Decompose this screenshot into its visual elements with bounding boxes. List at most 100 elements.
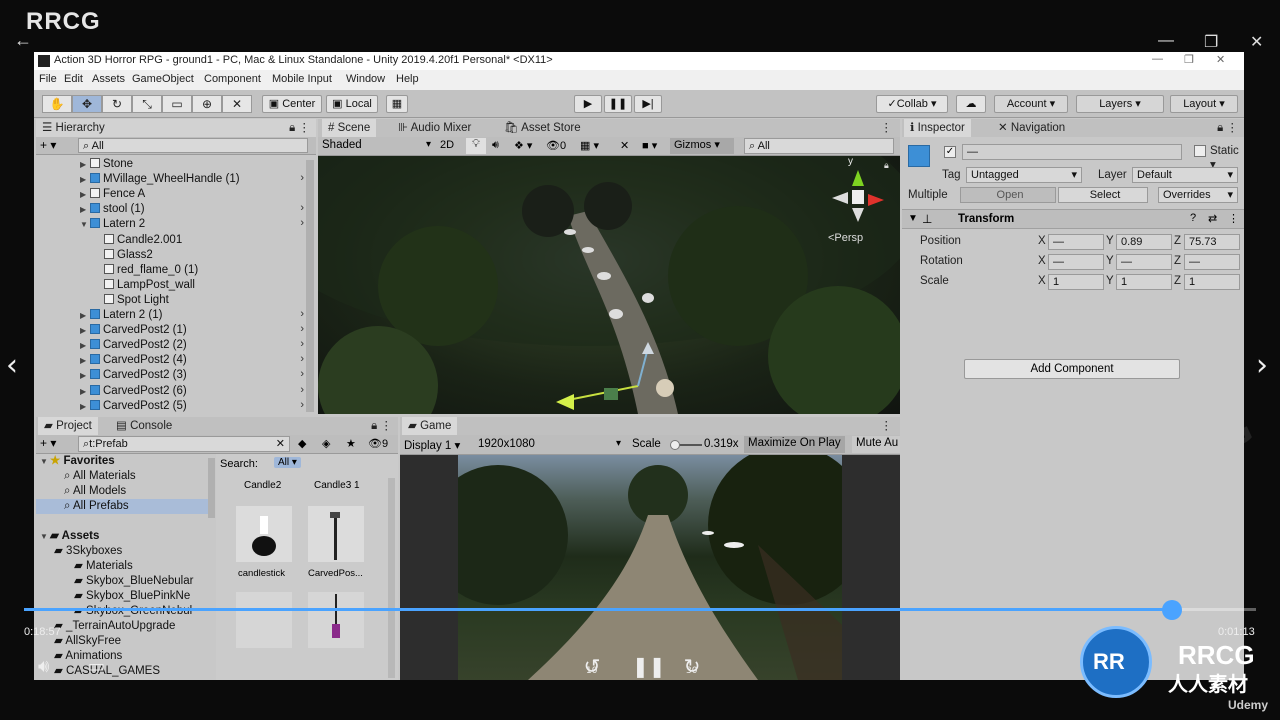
asset-folder[interactable]: ▰ Materials	[74, 559, 206, 574]
asset-folder[interactable]: ▰ Animations	[54, 649, 206, 664]
favorite-item-selected[interactable]: ⌕ All Prefabs	[36, 499, 208, 514]
add-icon[interactable]: + ▾	[40, 138, 56, 152]
minimize-icon[interactable]: —	[1158, 32, 1174, 50]
account-dropdown[interactable]: Account ▾	[994, 95, 1068, 113]
add-icon[interactable]: + ▾	[40, 436, 56, 450]
asset-thumbnail[interactable]	[308, 506, 364, 562]
scale-slider[interactable]	[670, 440, 702, 450]
restore-icon[interactable]: ❐	[1184, 53, 1194, 66]
open-prefab-button[interactable]: Open	[960, 187, 1056, 203]
gizmos-dropdown[interactable]: Gizmos ▾	[670, 138, 734, 154]
transform-y-field[interactable]: —	[1116, 254, 1172, 270]
chevron-right-icon[interactable]: ›	[300, 399, 304, 411]
overrides-dropdown[interactable]: Overrides ▾	[1158, 187, 1238, 203]
projection-toggle[interactable]: <Persp	[828, 232, 863, 244]
game-viewport[interactable]	[458, 455, 842, 680]
tab-scene[interactable]: # Scene	[322, 119, 377, 137]
tools-icon[interactable]: ✕	[620, 139, 629, 152]
lock-icon[interactable]: 🔒︎	[884, 160, 889, 171]
chevron-right-icon[interactable]: ›	[300, 172, 304, 184]
transform-x-field[interactable]: 1	[1048, 274, 1104, 290]
mute-audio-toggle[interactable]: Mute Au	[852, 436, 900, 453]
scene-viewport[interactable]: y 🔒︎ <Persp	[318, 156, 900, 414]
chevron-right-icon[interactable]: ›	[300, 368, 304, 380]
captions-icon[interactable]: ▭	[88, 656, 105, 677]
fold-icon[interactable]: ▶	[80, 323, 90, 338]
tab-game[interactable]: ▰ Game	[402, 417, 458, 435]
fold-icon[interactable]: ▶	[80, 399, 90, 414]
hierarchy-item[interactable]: LampPost_wall	[94, 278, 195, 293]
tab-project[interactable]: ▰ Project	[38, 417, 98, 435]
transform-tool-icon[interactable]: ⊕	[192, 95, 222, 113]
layers-dropdown[interactable]: Layers ▾	[1076, 95, 1164, 113]
hierarchy-item[interactable]: Candle2.001	[94, 233, 182, 248]
lock-icon[interactable]: 🔒︎ ⋮	[289, 119, 310, 137]
display-dropdown[interactable]: Display 1 ▾	[404, 438, 460, 452]
previous-arrow-icon[interactable]: ‹	[6, 348, 18, 383]
hierarchy-item[interactable]: ▶ CarvedPost2 (5)	[80, 399, 187, 414]
assets-header[interactable]: ▼ ▰ Assets	[40, 529, 99, 544]
transform-header[interactable]: ▼ ⊥ Transform ? ⇄ ⋮	[902, 209, 1244, 229]
shading-dropdown[interactable]: Shaded	[322, 139, 362, 151]
hierarchy-item[interactable]: Spot Light	[94, 293, 169, 308]
audio-toggle-icon[interactable]: 🔊︎	[492, 139, 499, 152]
cloud-button[interactable]: ☁	[956, 95, 986, 113]
hierarchy-item[interactable]: Glass2	[94, 248, 153, 263]
menu-edit[interactable]: Edit	[64, 73, 83, 85]
back-arrow-icon[interactable]: ←	[14, 30, 32, 51]
tab-asset-store[interactable]: 🛍︎ Asset Store	[504, 119, 581, 137]
forward-button[interactable]: ↻ 30	[678, 654, 706, 682]
collab-button[interactable]: ✓Collab ▾	[876, 95, 948, 113]
pause-icon[interactable]: ❚❚	[632, 654, 666, 678]
step-button[interactable]: ▶|	[634, 95, 662, 113]
tag-dropdown[interactable]: Untagged ▾	[966, 167, 1082, 183]
camera-icon[interactable]: ■ ▾	[642, 139, 657, 152]
layout-dropdown[interactable]: Layout ▾	[1170, 95, 1238, 113]
asset-thumbnail[interactable]	[308, 592, 364, 648]
minimize-icon[interactable]: —	[1152, 53, 1163, 65]
lock-icon[interactable]: 🔒︎ ⋮	[371, 417, 392, 435]
hierarchy-item[interactable]: ▶ Latern 2 (1)	[80, 308, 162, 323]
help-icon[interactable]: ?	[1190, 212, 1196, 224]
menu-gameobject[interactable]: GameObject	[132, 73, 194, 85]
hierarchy-item[interactable]: ▶ Fence A	[80, 187, 145, 202]
pivot-center-button[interactable]: ▣ Center	[262, 95, 322, 113]
asset-folder[interactable]: ▰ Skybox_BlueNebular	[74, 574, 206, 589]
hierarchy-item[interactable]: ▶ MVillage_WheelHandle (1)	[80, 172, 240, 187]
close-icon[interactable]: ✕	[1250, 32, 1263, 52]
asset-folder[interactable]: ▰ Skybox_GreenNebul	[74, 604, 206, 619]
search-scope-all[interactable]: All ▾	[274, 457, 301, 468]
hierarchy-item[interactable]: ▼ Latern 2	[80, 217, 145, 232]
asset-folder[interactable]: ▰ _TerrainAutoUpgrade	[54, 619, 206, 634]
fold-icon[interactable]: ▶	[80, 368, 90, 383]
visibility-icon[interactable]: 👁︎0	[546, 139, 566, 152]
rotate-tool-icon[interactable]: ↻	[102, 95, 132, 113]
custom-tool-icon[interactable]: ✕	[222, 95, 252, 113]
clear-search-icon[interactable]: ✕	[276, 437, 285, 451]
fold-icon[interactable]: ▶	[80, 338, 90, 353]
transform-z-field[interactable]: —	[1184, 254, 1240, 270]
asset-folder[interactable]: ▰ 3Skyboxes	[54, 544, 206, 559]
hierarchy-item[interactable]: ▶ CarvedPost2 (6)	[80, 384, 187, 399]
panel-menu-icon[interactable]: ⋮	[881, 119, 893, 137]
lighting-toggle-icon[interactable]: 💡︎	[466, 138, 486, 154]
asset-folder[interactable]: ▰ Skybox_BluePinkNe	[74, 589, 206, 604]
hierarchy-scrollbar[interactable]	[306, 160, 314, 412]
grid-icon[interactable]: ▦ ▾	[580, 139, 599, 152]
favorite-item[interactable]: ⌕ All Models	[64, 484, 126, 499]
move-tool-icon[interactable]: ✥	[72, 95, 102, 113]
asset-folder[interactable]: ▰ CASUAL_GAMES	[54, 664, 206, 679]
chevron-right-icon[interactable]: ›	[300, 338, 304, 350]
fold-icon[interactable]: ▼	[80, 217, 90, 232]
menu-file[interactable]: File	[39, 73, 57, 85]
panel-menu-icon[interactable]: ⋮	[881, 417, 893, 435]
tab-audio-mixer[interactable]: ⊪ Audio Mixer	[398, 119, 471, 137]
active-checkbox[interactable]: ✓	[944, 146, 956, 158]
hierarchy-item[interactable]: ▶ Stone	[80, 157, 133, 172]
hierarchy-item[interactable]: ▶ CarvedPost2 (1)	[80, 323, 187, 338]
maximize-on-play-toggle[interactable]: Maximize On Play	[744, 436, 845, 453]
menu-component[interactable]: Component	[204, 73, 261, 85]
object-name-field[interactable]: —	[962, 144, 1182, 160]
fold-icon[interactable]: ▶	[80, 172, 90, 187]
asset-thumbnail[interactable]	[236, 506, 292, 562]
